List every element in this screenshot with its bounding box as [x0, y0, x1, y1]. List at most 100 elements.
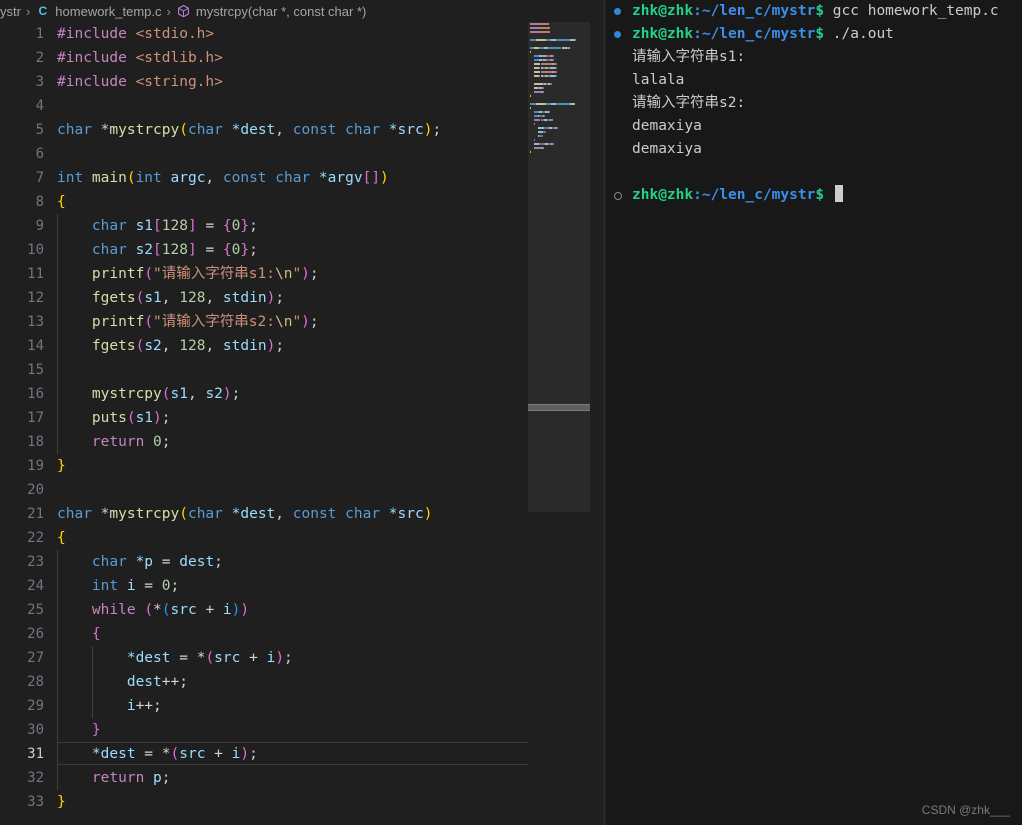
minimap-token — [534, 90, 542, 93]
minimap-line — [528, 82, 590, 85]
breadcrumb-item-1[interactable]: Chomework_temp.c — [35, 4, 161, 19]
code-line-4[interactable]: 4 — [0, 94, 604, 118]
code-line-19[interactable]: 19} — [0, 454, 604, 478]
code-token: ( — [126, 170, 136, 186]
code-token: char — [57, 506, 101, 522]
minimap-slider[interactable] — [528, 404, 590, 411]
line-number: 4 — [35, 98, 44, 114]
terminal-line-1[interactable]: zhk@zhk:~/len_c/mystr$ ./a.out — [604, 23, 1022, 46]
code-line-31[interactable]: 31 *dest = *(src + i); — [0, 742, 604, 766]
code-line-24[interactable]: 24 int i = 0; — [0, 574, 604, 598]
code-token: ( — [161, 386, 171, 402]
code-token: + — [240, 650, 267, 666]
code-line-16[interactable]: 16 mystrcpy(s1, s2); — [0, 382, 604, 406]
line-number: 8 — [35, 194, 44, 210]
code-token: stdin — [222, 290, 267, 306]
code-line-7[interactable]: 7 int main(int argc, const char *argv[]) — [0, 166, 604, 190]
code-line-21[interactable]: 21 char *mystrcpy(char *dest, const char … — [0, 502, 604, 526]
breadcrumb[interactable]: ystr › Chomework_temp.c › mystrcpy(char *, c… — [0, 0, 604, 22]
line-number: 7 — [35, 170, 44, 186]
minimap-token — [536, 38, 545, 41]
minimap-token — [556, 66, 558, 69]
code-line-5[interactable]: 5 char *mystrcpy(char *dest, const char *… — [0, 118, 604, 142]
code-token: ( — [144, 266, 154, 282]
code-token: const char — [222, 170, 319, 186]
code-line-22[interactable]: 22 { — [0, 526, 604, 550]
code-line-25[interactable]: 25 while (*(src + i)) — [0, 598, 604, 622]
minimap[interactable] — [528, 22, 590, 512]
code-token: } — [91, 722, 101, 738]
code-line-2[interactable]: 2 #include <stdlib.h> — [0, 46, 604, 70]
terminal-line-2[interactable]: 请输入字符串s1: — [604, 46, 1022, 69]
terminal-line-6[interactable]: demaxiya — [604, 138, 1022, 161]
terminal-output-text: demaxiya — [632, 141, 702, 157]
code-line-1[interactable]: 1 #include <stdio.h> — [0, 22, 604, 46]
terminal-line-4[interactable]: 请输入字符串s2: — [604, 92, 1022, 115]
code-line-30[interactable]: 30 } — [0, 718, 604, 742]
minimap-line — [528, 106, 590, 109]
line-number: 22 — [27, 530, 44, 546]
code-line-33[interactable]: 33} — [0, 790, 604, 814]
minimap-line — [528, 78, 590, 81]
code-line-11[interactable]: 11 printf("请输入字符串s1:\n"); — [0, 262, 604, 286]
terminal-line-3[interactable]: lalala — [604, 69, 1022, 92]
code-line-3[interactable]: 3 #include <string.h> — [0, 70, 604, 94]
line-number: 2 — [35, 50, 44, 66]
editor-vertical-scrollbar[interactable] — [590, 0, 604, 825]
code-line-14[interactable]: 14 fgets(s2, 128, stdin); — [0, 334, 604, 358]
code-line-23[interactable]: 23 char *p = dest; — [0, 550, 604, 574]
code-token: ; — [432, 122, 442, 138]
code-token: ) — [380, 170, 389, 186]
code-line-text: mystrcpy(s1, s2); — [57, 382, 240, 406]
code-token: "请输入字符串s2: — [153, 314, 275, 330]
terminal-line-5[interactable]: demaxiya — [604, 115, 1022, 138]
terminal-line-8[interactable]: zhk@zhk:~/len_c/mystr$ — [604, 184, 1022, 207]
code-token: s2 — [144, 338, 162, 354]
minimap-line — [528, 150, 590, 153]
code-line-29[interactable]: 29 i++; — [0, 694, 604, 718]
minimap-token — [539, 30, 550, 33]
code-line-32[interactable]: 32 return p; — [0, 766, 604, 790]
code-token: int — [91, 578, 127, 594]
code-editor-area[interactable]: 1 #include <stdio.h> 2 #include <stdlib.h> 3… — [0, 22, 604, 825]
code-line-18[interactable]: 18 return 0; — [0, 430, 604, 454]
breadcrumb-item-0[interactable]: ystr — [0, 4, 21, 19]
code-token: dest — [126, 674, 162, 690]
terminal-output[interactable]: zhk@zhk:~/len_c/mystr$ gcc homework_temp… — [604, 0, 1022, 207]
code-line-9[interactable]: 9 char s1[128] = {0}; — [0, 214, 604, 238]
terminal-pane[interactable]: zhk@zhk:~/len_c/mystr$ gcc homework_temp… — [604, 0, 1022, 825]
code-line-8[interactable]: 8{ — [0, 190, 604, 214]
minimap-line — [528, 98, 590, 101]
breadcrumb-item-2[interactable]: mystrcpy(char *, const char *) — [176, 3, 367, 19]
code-line-26[interactable]: 26 { — [0, 622, 604, 646]
code-line-13[interactable]: 13 printf("请输入字符串s2:\n"); — [0, 310, 604, 334]
code-line-17[interactable]: 17 puts(s1); — [0, 406, 604, 430]
code-line-12[interactable]: 12 fgets(s1, 128, stdin); — [0, 286, 604, 310]
code-token: = — [135, 746, 162, 762]
code-line-20[interactable]: 20 — [0, 478, 604, 502]
code-token: } — [57, 794, 66, 810]
code-line-28[interactable]: 28 dest++; — [0, 670, 604, 694]
breadcrumb-label: mystrcpy(char *, const char *) — [195, 3, 367, 19]
code-line-6[interactable]: 6 — [0, 142, 604, 166]
code-token: puts — [91, 410, 127, 426]
code-token: , — [161, 290, 180, 306]
terminal-line-0[interactable]: zhk@zhk:~/len_c/mystr$ gcc homework_temp… — [604, 0, 1022, 23]
code-token: ] — [187, 242, 197, 258]
line-number: 31 — [27, 746, 44, 762]
code-token: ) — [153, 410, 162, 426]
code-token: const char — [292, 122, 389, 138]
terminal-command: ./a.out — [824, 26, 894, 42]
code-token: mystrcpy — [91, 386, 162, 402]
code-token: ) — [240, 746, 250, 762]
code-token: ; — [231, 386, 241, 402]
terminal-line-7[interactable] — [604, 161, 1022, 184]
code-line-15[interactable]: 15 — [0, 358, 604, 382]
code-line-10[interactable]: 10 char s2[128] = {0}; — [0, 238, 604, 262]
code-line-27[interactable]: 27 *dest = *(src + i); — [0, 646, 604, 670]
code-token: = — [170, 650, 197, 666]
